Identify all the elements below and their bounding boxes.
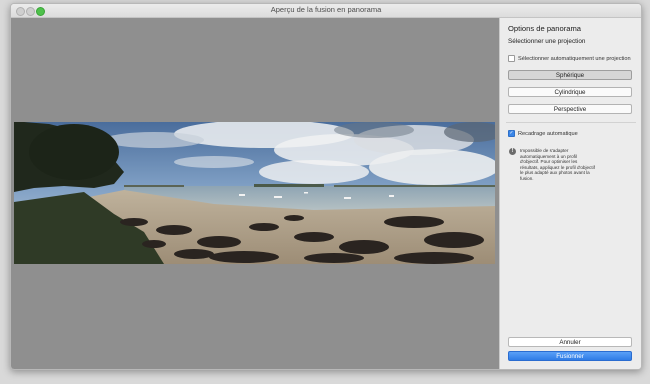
auto-select-projection-label: Sélectionner automatiquement une project… [518,55,631,62]
auto-select-projection-checkbox[interactable] [508,55,515,62]
panel-title: Options de panorama [508,24,582,33]
divider [506,122,636,123]
cancel-button[interactable]: Annuler [508,337,632,347]
auto-crop-label: Recadrage automatique [518,130,578,137]
panorama-preview-image [14,122,495,264]
panorama-merge-window: Aperçu de la fusion en panorama Options … [10,3,642,370]
lens-profile-warning: ! Impossible de s'adapter automatiquemen… [509,148,596,182]
projection-section-title: Sélectionner une projection [508,38,586,45]
warning-message: Impossible de s'adapter automatiquement … [520,148,595,181]
exclamation-circle-icon: ! [509,148,516,155]
projection-cylindrical-button[interactable]: Cylindrique [508,87,632,97]
projection-spherical-button[interactable]: Sphérique [508,70,632,80]
auto-crop-option[interactable]: ✓ Recadrage automatique [508,130,578,137]
panorama-options-panel: Options de panorama Sélectionner une pro… [499,18,641,369]
projection-perspective-button[interactable]: Perspective [508,104,632,114]
merge-button[interactable]: Fusionner [508,351,632,361]
panorama-preview-area [11,18,499,369]
title-bar: Aperçu de la fusion en panorama [11,4,641,18]
auto-select-projection-option[interactable]: Sélectionner automatiquement une project… [508,55,631,62]
auto-crop-checkbox[interactable]: ✓ [508,130,515,137]
window-title: Aperçu de la fusion en panorama [270,5,382,14]
checkmark-icon: ✓ [509,130,514,136]
